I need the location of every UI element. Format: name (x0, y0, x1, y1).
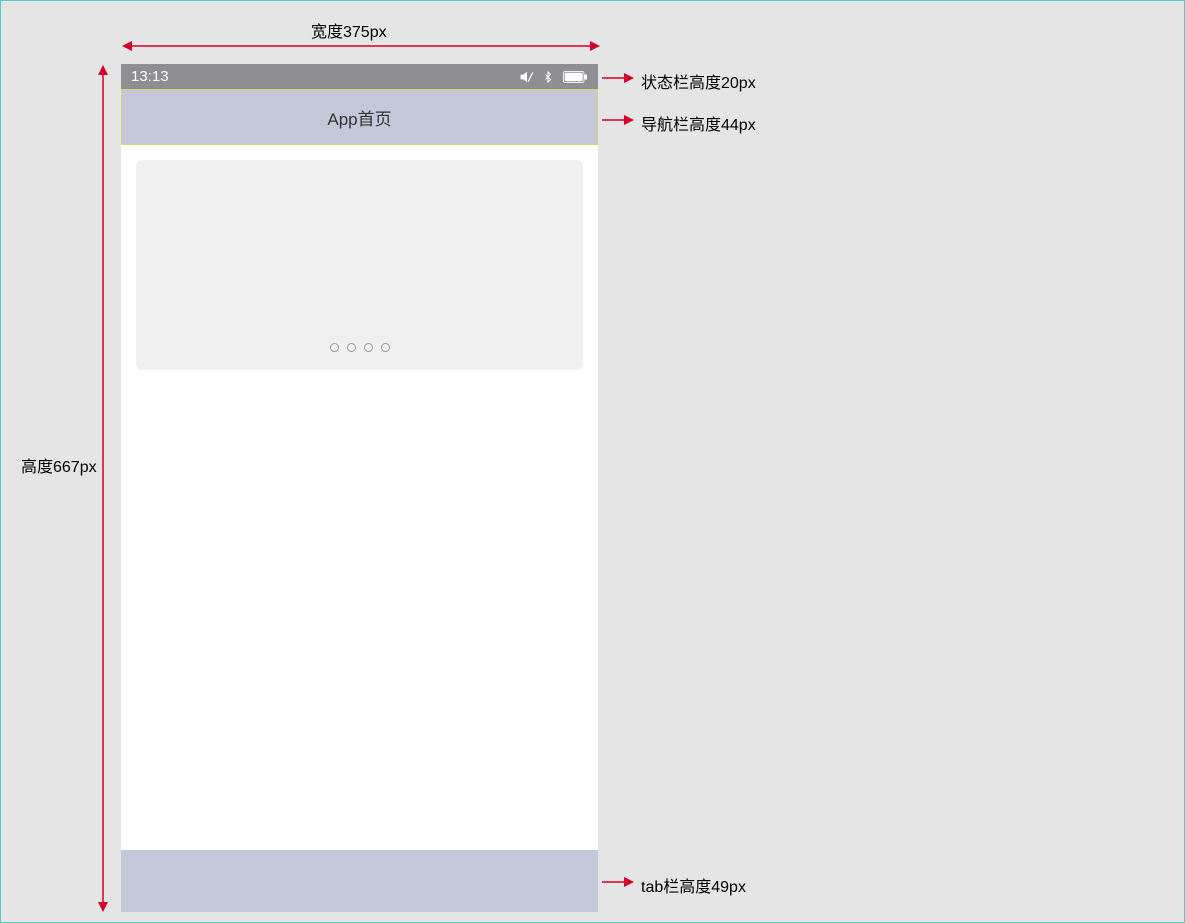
nav-bar: App首页 (121, 89, 598, 145)
phone-frame: 13:13 App首页 (121, 64, 598, 912)
tabbar-pointer (602, 875, 634, 889)
pager-dots (330, 343, 390, 352)
battery-icon (562, 71, 588, 83)
status-time: 13:13 (131, 68, 169, 85)
content-area (121, 145, 598, 850)
tabbar-label: tab栏高度49px (641, 873, 746, 897)
height-label: 高度667px (21, 453, 97, 477)
banner-carousel[interactable] (136, 160, 583, 370)
status-icons (520, 70, 588, 84)
mute-icon (520, 70, 534, 84)
statusbar-pointer (602, 71, 634, 85)
pager-dot[interactable] (364, 343, 373, 352)
height-arrow (96, 65, 110, 912)
width-arrow (122, 39, 600, 53)
nav-title: App首页 (327, 105, 391, 130)
pager-dot[interactable] (347, 343, 356, 352)
status-bar: 13:13 (121, 64, 598, 89)
statusbar-label: 状态栏高度20px (641, 69, 756, 93)
tab-bar[interactable] (121, 850, 598, 912)
bluetooth-icon (542, 70, 554, 84)
navbar-label: 导航栏高度44px (641, 111, 756, 135)
pager-dot[interactable] (381, 343, 390, 352)
navbar-pointer (602, 113, 634, 127)
pager-dot[interactable] (330, 343, 339, 352)
